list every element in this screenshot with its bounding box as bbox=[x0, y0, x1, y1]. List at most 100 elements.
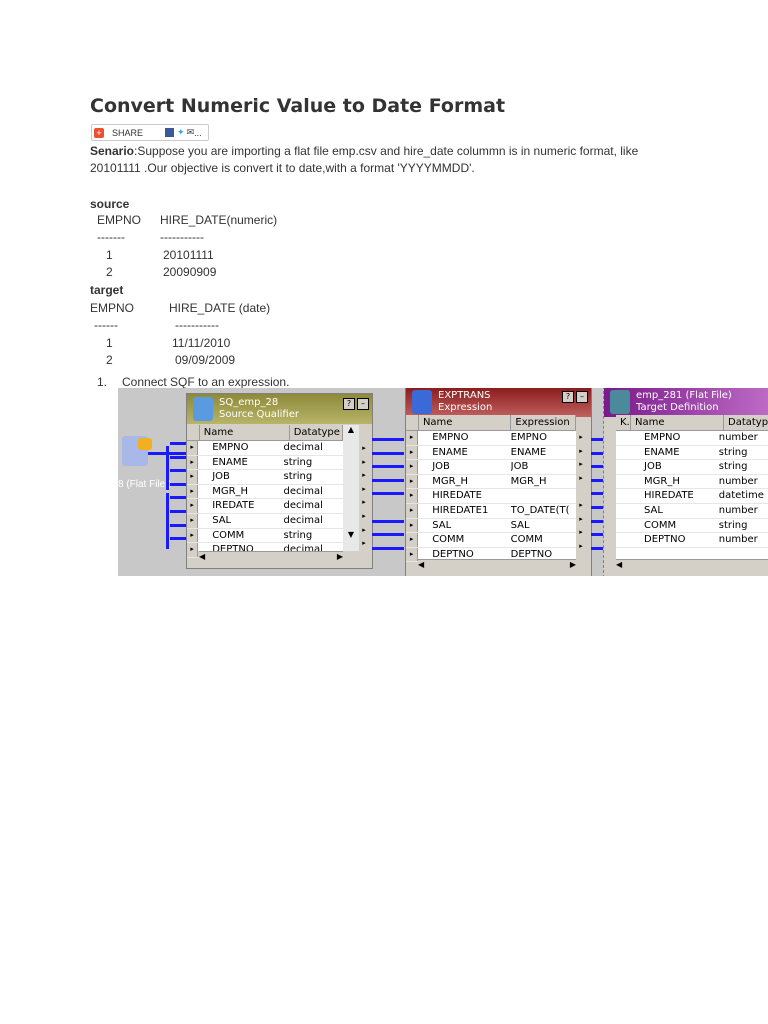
column-header-expression[interactable]: Expression bbox=[511, 415, 576, 430]
port-row[interactable]: SAL number bbox=[616, 504, 768, 519]
port-row[interactable]: ▸ IREDATE decimal bbox=[187, 499, 343, 514]
output-port-arrow[interactable]: ▸ bbox=[359, 469, 369, 483]
port-row[interactable]: HIREDATE datetime bbox=[616, 489, 768, 504]
port-row[interactable]: ▸ COMM string bbox=[187, 528, 343, 544]
port-row[interactable]: ▸ MGR_H MGR_H bbox=[406, 474, 576, 490]
port-handle[interactable]: ▸ bbox=[406, 489, 419, 503]
email-icon[interactable]: ✉ bbox=[187, 127, 195, 138]
panel-header[interactable]: emp_281 (Flat File) Target Definition bbox=[604, 388, 768, 417]
port-row[interactable]: ENAME string bbox=[616, 446, 768, 461]
port-row[interactable]: DEPTNO number bbox=[616, 533, 768, 548]
share-label: SHARE bbox=[112, 127, 144, 138]
port-handle[interactable]: ▸ bbox=[406, 474, 419, 489]
port-row[interactable]: ▸ SAL decimal bbox=[187, 513, 343, 529]
connector-link bbox=[170, 523, 186, 527]
flat-file-source-icon[interactable] bbox=[122, 436, 152, 466]
column-header-name[interactable]: Name bbox=[419, 415, 512, 430]
output-port-arrow[interactable]: ▸ bbox=[359, 510, 369, 524]
panel-header[interactable]: EXPTRANS Expression ? – bbox=[406, 388, 591, 417]
port-value: string bbox=[718, 519, 748, 531]
output-port-arrow[interactable]: ▸ bbox=[576, 540, 586, 554]
port-row[interactable]: EMPNO number bbox=[616, 431, 768, 446]
port-row[interactable]: ▸ ENAME ENAME bbox=[406, 445, 576, 461]
output-port-arrow[interactable]: ▸ bbox=[576, 431, 586, 445]
port-row[interactable]: ▸ JOB JOB bbox=[406, 460, 576, 475]
help-icon[interactable]: ? bbox=[343, 398, 355, 410]
twitter-icon[interactable]: ✦ bbox=[177, 127, 185, 138]
port-handle[interactable]: ▸ bbox=[187, 513, 199, 528]
column-header-name[interactable]: Name bbox=[631, 415, 724, 430]
horizontal-scrollbar[interactable]: ◀ bbox=[616, 559, 768, 574]
port-handle[interactable]: ▸ bbox=[187, 499, 199, 513]
plus-icon: + bbox=[94, 127, 104, 138]
port-row[interactable]: ▸ ENAME string bbox=[187, 455, 343, 471]
column-header-datatype[interactable]: Datatype bbox=[290, 425, 343, 440]
port-handle[interactable]: ▸ bbox=[187, 455, 199, 470]
panel-subtitle: Expression bbox=[438, 402, 493, 413]
port-name: HIREDATE bbox=[432, 490, 482, 502]
target-cell: 1 bbox=[106, 336, 113, 350]
column-header-datatype[interactable]: Datatype bbox=[724, 415, 768, 430]
horizontal-scrollbar[interactable]: ◀ ▶ bbox=[199, 551, 343, 566]
port-name: JOB bbox=[432, 461, 450, 473]
port-handle[interactable]: ▸ bbox=[406, 533, 419, 547]
facebook-icon[interactable] bbox=[165, 128, 175, 137]
vertical-scrollbar[interactable]: ▲ ▼ bbox=[343, 425, 359, 551]
output-port-arrow[interactable]: ▸ bbox=[359, 537, 369, 551]
horizontal-scrollbar[interactable]: ◀ ▶ bbox=[418, 559, 576, 574]
port-name: MGR_H bbox=[644, 475, 680, 487]
output-port-arrow[interactable]: ▸ bbox=[576, 458, 586, 472]
connector-link bbox=[170, 442, 186, 445]
port-value: string bbox=[283, 456, 313, 468]
port-row[interactable]: ▸ HIREDATE bbox=[406, 489, 576, 504]
source-qualifier-panel[interactable]: SQ_emp_28 Source Qualifier ? – Name Dataty… bbox=[186, 393, 373, 569]
output-port-arrow[interactable]: ▸ bbox=[576, 513, 586, 527]
output-port-arrow[interactable]: ▸ bbox=[576, 445, 586, 459]
expression-panel[interactable]: EXPTRANS Expression ? – Name Expression ▸ E… bbox=[405, 388, 592, 576]
port-handle[interactable]: ▸ bbox=[406, 518, 419, 533]
port-row[interactable]: ▸ COMM COMM bbox=[406, 533, 576, 548]
minimize-icon[interactable]: – bbox=[576, 391, 588, 403]
port-handle[interactable]: ▸ bbox=[187, 543, 199, 557]
port-handle[interactable]: ▸ bbox=[406, 431, 419, 445]
port-handle[interactable]: ▸ bbox=[406, 547, 419, 562]
port-row[interactable]: COMM string bbox=[616, 519, 768, 534]
port-row[interactable]: ▸ EMPNO decimal bbox=[187, 441, 343, 456]
port-handle[interactable]: ▸ bbox=[406, 445, 419, 460]
output-port-arrow[interactable]: ▸ bbox=[359, 524, 369, 538]
port-handle[interactable]: ▸ bbox=[406, 460, 419, 474]
output-port-arrow[interactable]: ▸ bbox=[359, 483, 369, 497]
port-handle[interactable]: ▸ bbox=[187, 470, 199, 484]
help-icon[interactable]: ? bbox=[562, 391, 574, 403]
target-definition-icon bbox=[610, 390, 630, 414]
mapping-diagram: 8 (Flat File ) SQ_emp_28 Source Qualifie… bbox=[118, 388, 768, 576]
connector-link bbox=[372, 451, 404, 455]
minimize-icon[interactable]: – bbox=[357, 398, 369, 410]
port-handle[interactable]: ▸ bbox=[187, 528, 199, 543]
port-row[interactable]: ▸ JOB string bbox=[187, 470, 343, 485]
port-row[interactable]: ▸ HIREDATE1 TO_DATE(T( bbox=[406, 503, 576, 519]
port-row[interactable]: MGR_H number bbox=[616, 475, 768, 490]
port-row[interactable]: ▸ MGR_H decimal bbox=[187, 484, 343, 500]
port-handle[interactable]: ▸ bbox=[187, 484, 199, 499]
more-icon[interactable]: ... bbox=[194, 128, 202, 138]
target-definition-panel[interactable]: emp_281 (Flat File) Target Definition K.… bbox=[603, 388, 768, 576]
port-row[interactable]: JOB string bbox=[616, 460, 768, 475]
column-header-name[interactable]: Name bbox=[200, 425, 290, 440]
output-port-arrow[interactable]: ▸ bbox=[359, 442, 369, 456]
panel-header[interactable]: SQ_emp_28 Source Qualifier ? – bbox=[187, 394, 372, 424]
output-port-arrow[interactable]: ▸ bbox=[576, 526, 586, 540]
port-row[interactable]: ▸ SAL SAL bbox=[406, 518, 576, 534]
share-button[interactable]: + SHARE ✦ ✉ ... bbox=[91, 124, 209, 141]
output-port-arrow[interactable]: ▸ bbox=[359, 496, 369, 510]
output-port-arrow[interactable]: ▸ bbox=[576, 499, 586, 513]
port-handle[interactable]: ▸ bbox=[406, 503, 419, 518]
output-port-arrow[interactable]: ▸ bbox=[359, 456, 369, 470]
port-handle[interactable]: ▸ bbox=[187, 441, 199, 455]
port-row[interactable]: ▸ EMPNO EMPNO bbox=[406, 431, 576, 446]
column-header-key[interactable]: K. bbox=[616, 415, 631, 430]
output-port-arrow[interactable]: ▸ bbox=[576, 472, 586, 486]
port-name: COMM bbox=[212, 529, 245, 541]
output-port-arrow[interactable] bbox=[576, 485, 586, 499]
scenario-label: Senario bbox=[90, 144, 135, 158]
